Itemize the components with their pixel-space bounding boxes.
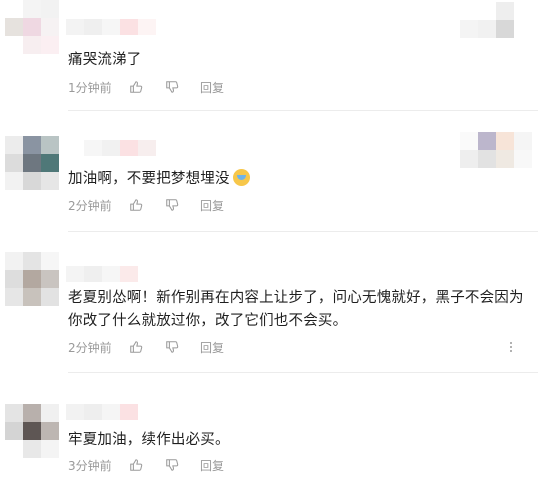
more-vertical-icon[interactable] <box>506 339 516 355</box>
reply-button[interactable]: 回复 <box>200 339 224 356</box>
reply-button[interactable]: 回复 <box>200 457 224 474</box>
comment-time: 1分钟前 <box>68 80 112 95</box>
comment-time: 3分钟前 <box>68 458 112 473</box>
avatar[interactable] <box>5 404 59 458</box>
username[interactable] <box>66 19 156 35</box>
thumbs-down-icon[interactable] <box>164 197 180 213</box>
comment-meta: 2分钟前 回复 <box>68 197 224 213</box>
avatar[interactable] <box>5 0 59 54</box>
thumbs-down-icon[interactable] <box>164 339 180 355</box>
comment-text: 痛哭流涕了 <box>68 52 142 68</box>
avatar[interactable] <box>5 252 59 306</box>
reply-button[interactable]: 回复 <box>200 79 224 96</box>
crying-face-icon <box>232 169 250 186</box>
comment-time: 2分钟前 <box>68 198 112 213</box>
thumbs-up-icon[interactable] <box>128 197 144 213</box>
divider <box>68 110 538 111</box>
divider <box>68 231 538 232</box>
username[interactable] <box>66 266 138 282</box>
avatar[interactable] <box>5 136 59 190</box>
blurred-area <box>460 2 514 38</box>
thumbs-down-icon[interactable] <box>164 79 180 95</box>
blurred-area <box>460 132 532 168</box>
username[interactable] <box>66 404 138 420</box>
comment-list: 痛哭流涕了 1分钟前 回复 加油啊，不要把梦想埋没 2分钟前 回复 老夏别怂啊！… <box>0 0 550 481</box>
comment-text-content: 加油啊，不要把梦想埋没 <box>68 171 230 187</box>
thumbs-up-icon[interactable] <box>128 79 144 95</box>
comment-text: 牢夏加油，续作出必买。 <box>68 432 230 448</box>
thumbs-down-icon[interactable] <box>164 457 180 473</box>
comment-text: 老夏别怂啊！新作别再在内容上让步了，问心无愧就好，黑子不会因为你改了什么就放过你… <box>68 290 524 329</box>
thumbs-up-icon[interactable] <box>128 339 144 355</box>
comment-time: 2分钟前 <box>68 340 112 355</box>
comment-meta: 2分钟前 回复 <box>68 339 224 355</box>
comment-text: 加油啊，不要把梦想埋没 <box>68 168 538 190</box>
thumbs-up-icon[interactable] <box>128 457 144 473</box>
comment-meta: 3分钟前 回复 <box>68 457 224 473</box>
reply-button[interactable]: 回复 <box>200 197 224 214</box>
comment-meta: 1分钟前 回复 <box>68 79 224 95</box>
username[interactable] <box>66 140 156 156</box>
divider <box>68 372 538 373</box>
